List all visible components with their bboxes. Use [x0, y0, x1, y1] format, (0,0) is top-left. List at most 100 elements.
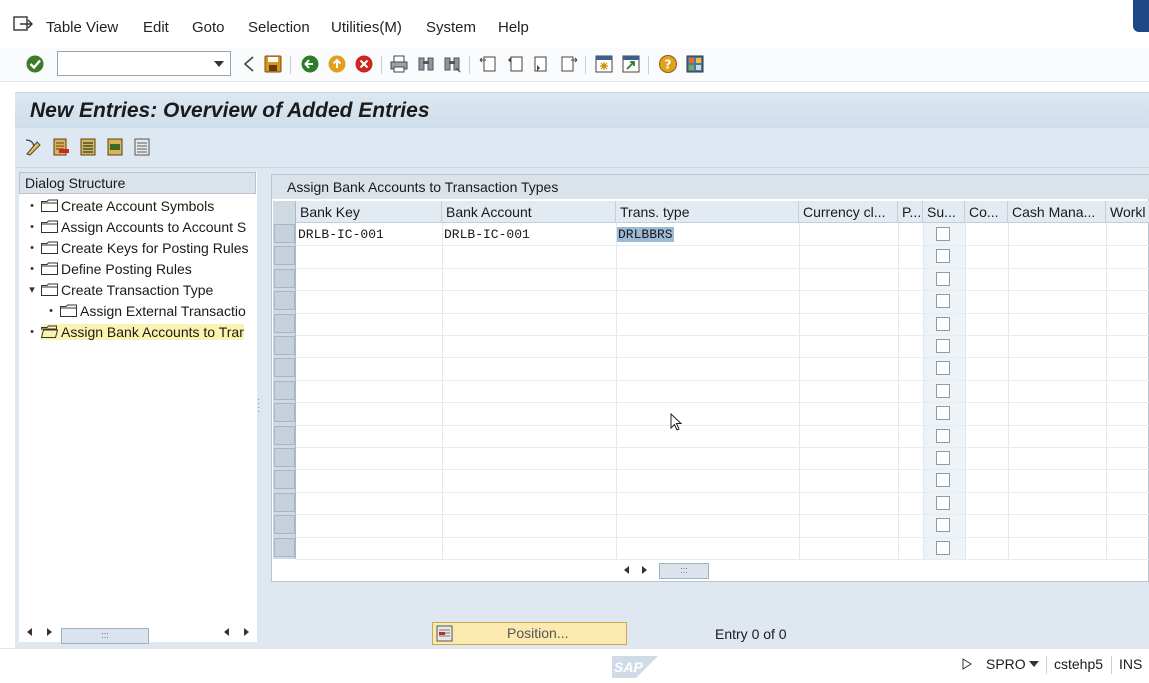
tree-horizontal-scrollbar[interactable]: ::: — [23, 626, 257, 644]
column-header-p[interactable]: P... — [898, 201, 923, 223]
select-block-icon[interactable] — [105, 137, 125, 157]
back-green-icon[interactable] — [300, 54, 320, 74]
su-checkbox[interactable] — [936, 451, 950, 465]
row-selector[interactable] — [274, 268, 295, 288]
row-selector[interactable] — [274, 291, 295, 311]
su-checkbox[interactable] — [936, 383, 950, 398]
scroll-left-icon[interactable] — [27, 628, 32, 636]
su-checkbox[interactable] — [936, 495, 950, 510]
column-header-currency-class[interactable]: Currency cl... — [799, 201, 898, 223]
row-selector[interactable] — [274, 313, 295, 333]
su-checkbox[interactable] — [936, 316, 950, 331]
column-header-su[interactable]: Su... — [923, 201, 965, 223]
customize-layout-icon[interactable] — [685, 54, 705, 74]
select-all-icon[interactable] — [78, 137, 98, 157]
su-checkbox[interactable] — [936, 227, 950, 241]
menu-utilities[interactable]: Utilities(M) — [331, 19, 402, 36]
tree-item-create-account-symbols[interactable]: • Create Account Symbols — [30, 196, 214, 216]
find-next-icon[interactable] — [442, 54, 462, 74]
scrollbar-thumb[interactable]: ::: — [659, 563, 709, 579]
create-session-icon[interactable] — [594, 54, 614, 74]
shortcut-icon[interactable] — [621, 54, 641, 74]
su-checkbox[interactable] — [936, 339, 950, 353]
first-page-icon[interactable] — [478, 54, 498, 74]
next-page-icon[interactable] — [532, 54, 552, 74]
column-header-co[interactable]: Co... — [965, 201, 1008, 223]
menu-table-view[interactable]: Table View — [46, 19, 118, 36]
tree-item-assign-accounts[interactable]: • Assign Accounts to Account S — [30, 217, 246, 237]
exit-icon[interactable] — [327, 54, 347, 74]
save-icon[interactable] — [263, 54, 283, 74]
row-selector[interactable] — [274, 336, 295, 355]
scrollbar-thumb[interactable]: ::: — [61, 628, 149, 644]
status-insert-mode[interactable]: INS — [1119, 656, 1142, 672]
tree-item-assign-external-transaction[interactable]: • Assign External Transactio — [49, 301, 246, 321]
scroll-left-icon[interactable] — [624, 566, 629, 574]
row-selector[interactable] — [274, 224, 295, 243]
row-selector[interactable] — [274, 380, 295, 400]
print-icon[interactable] — [389, 54, 409, 74]
enter-icon[interactable] — [25, 54, 45, 74]
tree-item-define-posting-rules[interactable]: • Define Posting Rules — [30, 259, 192, 279]
column-header-bank-key[interactable]: Bank Key — [296, 201, 442, 223]
scroll-right-icon[interactable] — [47, 628, 52, 636]
su-checkbox[interactable] — [936, 473, 950, 488]
column-header-bank-account[interactable]: Bank Account — [442, 201, 616, 223]
table-horizontal-scrollbar[interactable]: ::: — [622, 561, 712, 579]
chevron-down-icon[interactable] — [214, 61, 224, 67]
su-checkbox[interactable] — [936, 540, 950, 555]
status-transaction[interactable]: SPRO — [986, 656, 1026, 672]
row-selector[interactable] — [274, 403, 295, 423]
column-header-cash-management[interactable]: Cash Mana... — [1008, 201, 1106, 223]
column-header-workl[interactable]: Workl — [1106, 201, 1149, 223]
menu-goto[interactable]: Goto — [192, 19, 225, 36]
su-checkbox[interactable] — [936, 518, 950, 533]
position-button[interactable]: Position... — [432, 622, 627, 645]
system-menu-icon[interactable] — [13, 16, 33, 32]
previous-page-icon[interactable] — [505, 54, 525, 74]
row-selector[interactable] — [274, 537, 295, 557]
cell-bank-account[interactable]: DRLB-IC-001 — [444, 227, 530, 242]
column-header-trans-type[interactable]: Trans. type — [616, 201, 799, 223]
command-input[interactable] — [58, 52, 208, 74]
row-divider — [296, 536, 1149, 538]
su-checkbox[interactable] — [936, 406, 950, 421]
find-icon[interactable] — [416, 54, 436, 74]
tree-item-assign-bank-accounts[interactable]: • Assign Bank Accounts to Trar — [30, 322, 244, 342]
scroll-left-icon[interactable] — [224, 628, 229, 636]
panel-splitter-handle[interactable]: · · · · — [257, 395, 260, 417]
cell-trans-type[interactable]: DRLBBRS — [617, 227, 674, 242]
expand-arrow-icon[interactable]: ▾ — [27, 280, 37, 300]
scroll-right-icon[interactable] — [642, 566, 647, 574]
row-selector[interactable] — [274, 492, 295, 512]
row-selector[interactable] — [274, 358, 295, 378]
status-expand-icon[interactable] — [962, 658, 972, 670]
su-checkbox[interactable] — [936, 428, 950, 443]
change-display-icon[interactable] — [24, 137, 44, 157]
cancel-icon[interactable] — [354, 54, 374, 74]
su-checkbox[interactable] — [936, 361, 950, 376]
row-selector[interactable] — [274, 425, 295, 445]
menu-selection[interactable]: Selection — [248, 19, 310, 36]
su-checkbox[interactable] — [936, 294, 950, 309]
row-selector[interactable] — [274, 246, 295, 266]
menu-help[interactable]: Help — [498, 19, 529, 36]
status-dropdown-icon[interactable] — [1029, 661, 1039, 667]
help-icon[interactable]: ? — [658, 54, 678, 74]
cell-bank-key[interactable]: DRLB-IC-001 — [298, 227, 384, 242]
last-page-icon[interactable] — [559, 54, 579, 74]
tree-item-create-transaction-type[interactable]: ▾ Create Transaction Type — [29, 280, 213, 300]
su-checkbox[interactable] — [936, 271, 950, 286]
su-checkbox[interactable] — [936, 249, 950, 264]
scroll-right-icon[interactable] — [244, 628, 249, 636]
menu-edit[interactable]: Edit — [143, 19, 169, 36]
row-selector[interactable] — [274, 515, 295, 535]
row-selector[interactable] — [274, 448, 295, 467]
row-selector[interactable] — [274, 470, 295, 490]
back-icon[interactable] — [240, 54, 260, 74]
deselect-all-icon[interactable] — [132, 137, 152, 157]
command-field[interactable] — [57, 51, 231, 76]
menu-system[interactable]: System — [426, 19, 476, 36]
tree-item-create-keys[interactable]: • Create Keys for Posting Rules — [30, 238, 248, 258]
delete-icon[interactable] — [51, 137, 71, 157]
